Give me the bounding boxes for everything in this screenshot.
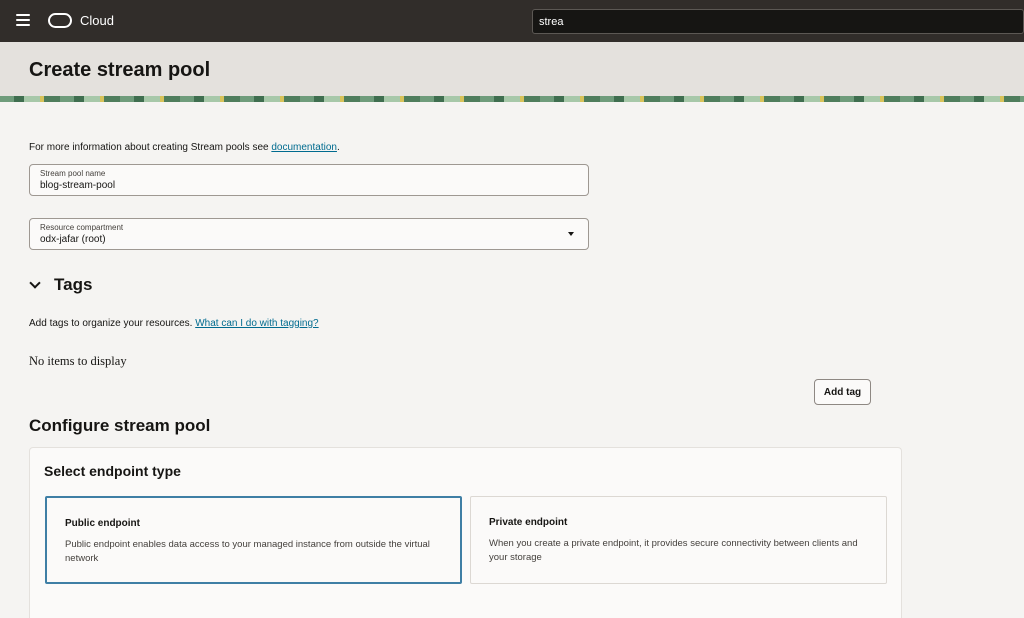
stream-pool-name-label: Stream pool name (40, 169, 106, 178)
public-endpoint-option[interactable]: Public endpoint Public endpoint enables … (45, 496, 462, 584)
public-endpoint-title: Public endpoint (65, 518, 140, 529)
documentation-link[interactable]: documentation (271, 142, 337, 153)
select-endpoint-heading: Select endpoint type (44, 463, 181, 479)
resource-compartment-value[interactable]: odx-jafar (root) (40, 234, 106, 245)
page-title: Create stream pool (29, 59, 211, 81)
configure-stream-pool-heading: Configure stream pool (29, 416, 211, 435)
tags-description: Add tags to organize your resources. Wha… (29, 318, 319, 329)
tags-heading[interactable]: Tags (54, 275, 92, 295)
tags-description-text: Add tags to organize your resources. (29, 318, 196, 329)
resource-compartment-select[interactable]: Resource compartment odx-jafar (root) (29, 218, 589, 250)
public-endpoint-description: Public endpoint enables data access to y… (65, 539, 430, 564)
private-endpoint-description: When you create a private endpoint, it p… (489, 538, 858, 563)
info-text-suffix: . (336, 142, 340, 153)
info-text: For more information about creating Stre… (29, 142, 340, 153)
add-tag-button[interactable]: Add tag (814, 379, 871, 405)
stream-pool-name-field[interactable]: Stream pool name blog-stream-pool (29, 164, 589, 196)
resource-compartment-label: Resource compartment (40, 223, 124, 232)
stream-pool-name-value[interactable]: blog-stream-pool (40, 180, 115, 191)
chevron-down-icon[interactable] (29, 277, 41, 289)
tagging-help-link[interactable]: What can I do with tagging? (195, 318, 318, 329)
dropdown-caret-icon[interactable] (568, 232, 574, 236)
private-endpoint-option[interactable]: Private endpoint When you create a priva… (470, 496, 887, 584)
private-endpoint-title: Private endpoint (489, 517, 568, 528)
info-text-label: For more information about creating Stre… (29, 142, 272, 153)
brand-name[interactable]: Cloud (80, 13, 114, 28)
oracle-logo-icon[interactable] (48, 13, 72, 28)
decorative-banner (0, 96, 1024, 102)
search-input[interactable] (532, 9, 1024, 34)
empty-tags-message: No items to display (29, 354, 127, 368)
top-navigation-bar: Cloud (0, 0, 1024, 42)
menu-icon[interactable] (16, 14, 30, 26)
